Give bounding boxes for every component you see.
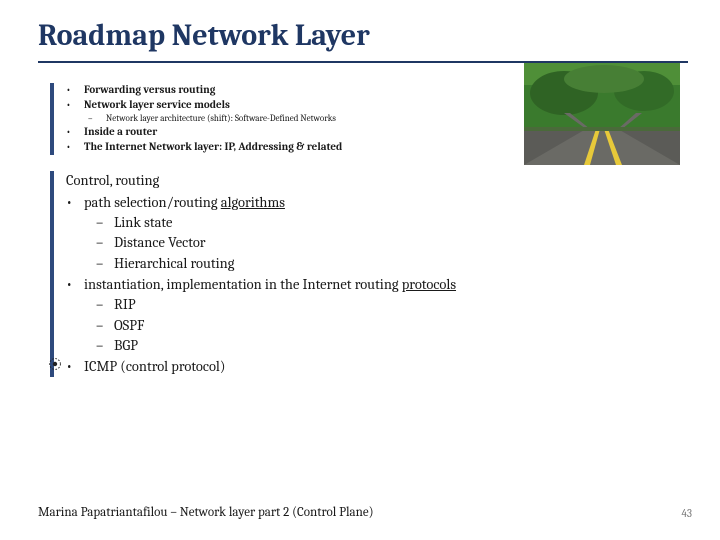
bullet-icon: • [66, 125, 84, 140]
footer-text: Marina Papatriantafilou – Network layer … [38, 505, 374, 520]
sub-list-item: –Distance Vector [66, 233, 542, 253]
bullet-icon: • [66, 275, 84, 295]
dash-icon: – [96, 295, 114, 315]
sub-list-label: Hierarchical routing [114, 254, 542, 274]
sub-list-item: – Network layer architecture (shift): So… [66, 113, 502, 125]
sub-list-label: BGP [114, 336, 542, 356]
top-section: • Forwarding versus routing • Network la… [50, 83, 502, 155]
content-area: • Forwarding versus routing • Network la… [0, 63, 720, 377]
sub-list-item: –Hierarchical routing [66, 254, 542, 274]
list-item-label: Network layer service models [84, 98, 502, 113]
list-item-label: path selection/routing algorithms [84, 193, 542, 213]
bottom-section: Control, routing • path selection/routin… [50, 171, 542, 378]
dash-icon: – [96, 254, 114, 274]
list-item: • Inside a router [66, 125, 502, 140]
page-title: Roadmap Network Layer [0, 0, 720, 61]
list-item-label: Inside a router [84, 125, 502, 140]
forked-road-photo [524, 63, 680, 165]
current-position-marker-icon [48, 357, 62, 371]
list-item-icmp: • ICMP (control protocol) [66, 357, 542, 377]
list-item: • The Internet Network layer: IP, Addres… [66, 140, 502, 155]
sub-list-item: –Link state [66, 213, 542, 233]
dash-icon: – [96, 233, 114, 253]
dash-icon: – [96, 316, 114, 336]
underlined-text: protocols [402, 276, 456, 293]
text: instantiation, implementation in the Int… [84, 276, 402, 293]
sub-list-label: Link state [114, 213, 542, 233]
bullet-icon: • [66, 140, 84, 155]
list-item-label: The Internet Network layer: IP, Addressi… [84, 140, 502, 155]
sub-list-item: –OSPF [66, 316, 542, 336]
sub-list-label: RIP [114, 295, 542, 315]
sub-list-label: Distance Vector [114, 233, 542, 253]
underlined-text: algorithms [221, 194, 285, 211]
dash-icon: – [88, 113, 106, 125]
list-item-label: ICMP (control protocol) [84, 357, 542, 377]
text: path selection/routing [84, 194, 221, 211]
bullet-icon: • [66, 98, 84, 113]
dash-icon: – [96, 336, 114, 356]
bullet-icon: • [66, 83, 84, 98]
sub-list-item: –BGP [66, 336, 542, 356]
sub-list-label: Network layer architecture (shift): Soft… [106, 113, 502, 125]
list-item: • Forwarding versus routing [66, 83, 502, 98]
list-item-label: instantiation, implementation in the Int… [84, 275, 542, 295]
sub-list-item: –RIP [66, 295, 542, 315]
section-heading: Control, routing [66, 171, 542, 191]
page-number: 43 [682, 507, 692, 520]
list-item: • Network layer service models [66, 98, 502, 113]
list-item: • path selection/routing algorithms [66, 193, 542, 213]
list-item: • instantiation, implementation in the I… [66, 275, 542, 295]
dash-icon: – [96, 213, 114, 233]
bullet-icon: • [66, 357, 84, 377]
bullet-icon: • [66, 193, 84, 213]
list-item-label: Forwarding versus routing [84, 83, 502, 98]
sub-list-label: OSPF [114, 316, 542, 336]
